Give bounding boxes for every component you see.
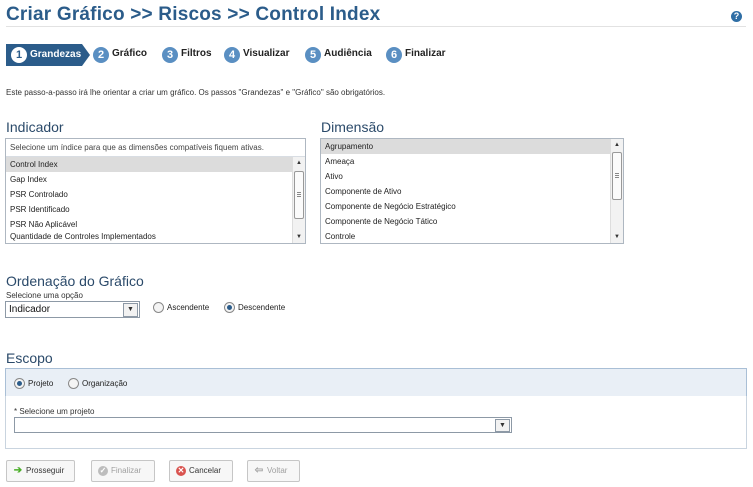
indicador-listbox[interactable]: Selecione um índice para que as dimensõe…: [5, 138, 306, 244]
step-number: 5: [305, 47, 321, 63]
button-label: Finalizar: [111, 466, 142, 475]
arrow-right-icon: ➔: [13, 465, 23, 476]
radio-projeto[interactable]: Projeto: [14, 377, 53, 389]
escopo-body: * Selecione um projeto ▼: [5, 396, 747, 449]
ordenacao-select-label: Selecione uma opção: [6, 291, 83, 300]
list-item[interactable]: Ameaça: [321, 154, 623, 169]
page-title: Criar Gráfico >> Riscos >> Control Index: [6, 4, 381, 25]
step-number: 1: [11, 47, 27, 63]
ordenacao-select-value: Indicador: [9, 304, 51, 315]
radio-label: Organização: [82, 378, 128, 388]
button-label: Cancelar: [189, 466, 222, 475]
button-label: Voltar: [267, 466, 288, 475]
radio-label: Ascendente: [167, 302, 210, 312]
list-item[interactable]: PSR Controlado: [6, 187, 305, 202]
step-grandezas[interactable]: 1 Grandezas: [6, 44, 90, 66]
escopo-heading: Escopo: [6, 350, 53, 366]
radio-button[interactable]: [14, 377, 25, 389]
voltar-button[interactable]: ⇦ Voltar: [247, 460, 300, 482]
escopo-options: Projeto Organização: [5, 368, 747, 397]
intro-text: Este passo-a-passo irá lhe orientar a cr…: [6, 88, 386, 97]
list-item[interactable]: Controle: [321, 229, 623, 243]
indicador-heading: Indicador: [6, 119, 64, 135]
cancel-icon: ✕: [176, 466, 186, 476]
scroll-thumb[interactable]: [612, 152, 622, 200]
scroll-thumb[interactable]: [294, 171, 304, 219]
step-number: 3: [162, 47, 178, 63]
radio-button[interactable]: [68, 377, 79, 389]
scroll-down-icon[interactable]: ▼: [293, 231, 305, 243]
radio-label: Descendente: [238, 302, 286, 312]
step-number: 2: [93, 47, 109, 63]
indicador-hint: Selecione um índice para que as dimensõe…: [6, 139, 305, 157]
indicador-scrollbar[interactable]: ▲ ▼: [292, 157, 305, 243]
prosseguir-button[interactable]: ➔ Prosseguir: [6, 460, 75, 482]
radio-button[interactable]: [224, 301, 235, 313]
cancelar-button[interactable]: ✕ Cancelar: [169, 460, 233, 482]
chevron-down-icon[interactable]: ▼: [495, 419, 510, 432]
list-item[interactable]: Componente de Negócio Estratégico: [321, 199, 623, 214]
list-item[interactable]: PSR Identificado: [6, 202, 305, 217]
scroll-up-icon[interactable]: ▲: [611, 139, 623, 151]
dimensao-heading: Dimensão: [321, 119, 385, 135]
step-label: Grandezas: [30, 49, 82, 60]
step-label: Visualizar: [243, 48, 290, 59]
project-select[interactable]: ▼: [14, 417, 512, 433]
step-number: 4: [224, 47, 240, 63]
list-item[interactable]: Componente de Ativo: [321, 184, 623, 199]
help-icon[interactable]: ?: [731, 11, 742, 22]
step-number: 6: [386, 47, 402, 63]
list-item[interactable]: Componente de Negócio Tático: [321, 214, 623, 229]
title-divider: [6, 26, 746, 27]
radio-label: Projeto: [28, 378, 54, 388]
arrow-left-icon: ⇦: [254, 465, 264, 476]
step-label: Filtros: [181, 48, 212, 59]
chevron-down-icon[interactable]: ▼: [123, 303, 138, 317]
dimensao-scrollbar[interactable]: ▲ ▼: [610, 139, 623, 243]
button-label: Prosseguir: [26, 466, 65, 475]
scroll-up-icon[interactable]: ▲: [293, 157, 305, 169]
list-item[interactable]: Agrupamento: [321, 139, 623, 154]
scroll-down-icon[interactable]: ▼: [611, 231, 623, 243]
radio-descendente[interactable]: Descendente: [224, 301, 285, 313]
list-item[interactable]: Gap Index: [6, 172, 305, 187]
finalizar-button[interactable]: ✓ Finalizar: [91, 460, 155, 482]
step-label: Audiência: [324, 48, 372, 59]
ordenacao-heading: Ordenação do Gráfico: [6, 273, 144, 289]
list-item[interactable]: Quantidade de Controles Implementados: [6, 232, 305, 242]
ordenacao-select[interactable]: Indicador ▼: [5, 301, 140, 318]
step-label: Gráfico: [112, 48, 148, 59]
list-item[interactable]: PSR Não Aplicável: [6, 217, 305, 232]
dimensao-listbox[interactable]: Agrupamento Ameaça Ativo Componente de A…: [320, 138, 624, 244]
radio-ascendente[interactable]: Ascendente: [153, 301, 209, 313]
radio-button[interactable]: [153, 301, 164, 313]
list-item[interactable]: Control Index: [6, 157, 305, 172]
check-icon: ✓: [98, 466, 108, 476]
step-label: Finalizar: [405, 48, 446, 59]
radio-organizacao[interactable]: Organização: [68, 377, 127, 389]
list-item[interactable]: Ativo: [321, 169, 623, 184]
project-label: * Selecione um projeto: [14, 407, 95, 416]
